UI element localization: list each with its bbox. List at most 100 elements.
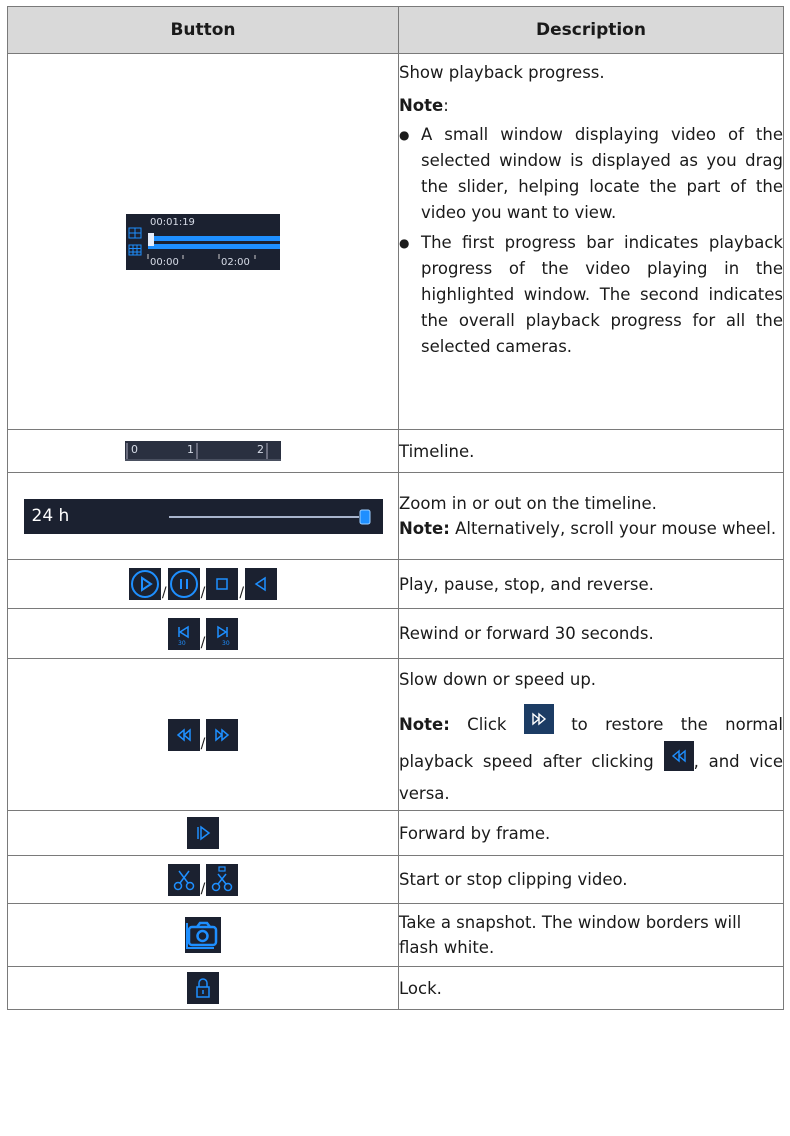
forward-30-button[interactable]: 30: [206, 617, 239, 650]
timeline-tick-0: 0: [131, 443, 138, 457]
note-text: Alternatively, scroll your mouse wheel.: [449, 519, 777, 538]
frame-forward-icon: [197, 825, 211, 841]
timeline-tick-2: 2: [257, 443, 264, 457]
button-cell: /: [7, 855, 399, 904]
play-button[interactable]: [128, 568, 161, 600]
description-cell: Start or stop clipping video.: [398, 855, 784, 904]
description-text: Start or stop clipping video.: [399, 870, 628, 889]
note-item: A small window displaying video of the s…: [399, 122, 783, 226]
description-text: Lock.: [399, 978, 442, 998]
note-text: Click: [449, 715, 524, 734]
note-list: A small window displaying video of the s…: [399, 122, 783, 360]
note-paragraph: Note: Click to restore the normal playba…: [399, 704, 783, 810]
button-cell: [7, 903, 399, 967]
scissors-stop-icon: [212, 865, 233, 891]
svg-text:30: 30: [222, 640, 230, 647]
grid-icon: [128, 227, 142, 255]
speed-up-button[interactable]: [206, 718, 239, 751]
button-cell: [7, 966, 399, 1010]
playback-progress-widget[interactable]: 00:01:19 00:00 02:00: [126, 213, 280, 270]
description-cell: Lock.: [398, 966, 784, 1010]
note-label: Note:: [399, 519, 450, 538]
slow-down-icon: [176, 727, 191, 742]
separator: /: [200, 634, 206, 651]
header-button: Button: [7, 6, 399, 54]
snapshot-button[interactable]: [185, 917, 221, 953]
table-row: 30 / 30 Rewind or forward 30 seconds.: [7, 608, 784, 659]
start-clip-button[interactable]: [167, 863, 200, 896]
lock-icon: [196, 978, 210, 998]
stop-button[interactable]: [206, 568, 239, 600]
reverse-button[interactable]: [245, 568, 278, 600]
reverse-icon: [254, 576, 266, 592]
camera-icon: [186, 921, 218, 949]
separator: /: [200, 880, 206, 897]
separator: /: [200, 585, 206, 601]
button-cell: 00:01:19 00:00 02:00: [7, 53, 399, 430]
description-cell: Show playback progress. Note: A small wi…: [398, 53, 784, 430]
button-cell: 30 / 30: [7, 608, 399, 659]
timeline-widget[interactable]: 0 1 2: [125, 441, 281, 462]
frame-forward-button[interactable]: [187, 817, 219, 849]
button-cell: /: [7, 658, 399, 811]
rewind-30-icon: 30: [178, 625, 189, 647]
description-text: Timeline.: [399, 441, 475, 461]
scissors-icon: [173, 870, 194, 890]
button-description-table: Button Description 00:01:19 00:00 02:00 …: [7, 6, 784, 1010]
description-cell: Forward by frame.: [398, 810, 784, 856]
description-cell: Rewind or forward 30 seconds.: [398, 608, 784, 659]
progress-tick-start: 00:00: [150, 256, 179, 268]
zoom-slider-graphic: [168, 509, 370, 524]
table-row: 00:01:19 00:00 02:00 Show playback progr…: [7, 53, 784, 430]
timeline-tick-1: 1: [187, 443, 194, 457]
note-paragraph: Note: Alternatively, scroll your mouse w…: [399, 516, 783, 541]
table-header-row: Button Description: [7, 6, 784, 54]
slow-down-button[interactable]: [167, 718, 200, 751]
separator: /: [161, 585, 167, 601]
forward-30-icon: 30: [217, 625, 230, 647]
button-cell: 24 h: [7, 472, 399, 560]
svg-text:30: 30: [178, 640, 186, 647]
description-text: Slow down or speed up.: [399, 670, 597, 689]
note-colon: :: [443, 96, 449, 115]
table-row: 0 1 2 Timeline.: [7, 429, 784, 473]
speed-up-icon: [523, 704, 554, 734]
zoom-slider-widget[interactable]: 24 h: [23, 498, 383, 534]
stop-clip-button[interactable]: [206, 863, 239, 896]
button-cell: 0 1 2: [7, 429, 399, 473]
lock-button[interactable]: [187, 972, 219, 1004]
play-icon: [130, 570, 159, 598]
description-cell: Slow down or speed up. Note: Click to re…: [398, 658, 784, 811]
description-text: Forward by frame.: [399, 823, 551, 843]
note-item: The first progress bar indicates playbac…: [399, 230, 783, 360]
description-cell: Timeline.: [398, 429, 784, 473]
table-row: / Slow down or speed up. Note: Click to …: [7, 658, 784, 811]
progress-tick-mid: 02:00: [221, 256, 250, 268]
table-row: Lock.: [7, 966, 784, 1010]
description-text: Rewind or forward 30 seconds.: [399, 624, 654, 643]
description-text: Zoom in or out on the timeline.: [399, 494, 657, 513]
description-cell: Zoom in or out on the timeline. Note: Al…: [398, 472, 784, 560]
header-description: Description: [398, 6, 784, 54]
slow-down-icon: [663, 741, 694, 771]
description-cell: Take a snapshot. The window borders will…: [398, 903, 784, 967]
speed-up-icon-graphic: [523, 704, 554, 734]
button-cell: [7, 810, 399, 856]
description-cell: Play, pause, stop, and reverse.: [398, 559, 784, 609]
separator: /: [239, 585, 245, 601]
table-row: 24 h Zoom in or out on the timeline. Not…: [7, 472, 784, 560]
slow-down-icon-graphic: [671, 749, 686, 763]
description-text: Play, pause, stop, and reverse.: [399, 574, 654, 594]
rewind-30-button[interactable]: 30: [167, 617, 200, 650]
description-text: Show playback progress.: [399, 63, 605, 82]
button-cell: / / /: [7, 559, 399, 609]
note-label: Note: [399, 96, 444, 115]
speed-up-icon: [215, 727, 230, 742]
pause-button[interactable]: [167, 568, 200, 600]
table-row: / / / Play, pause, stop, and reverse.: [7, 559, 784, 609]
note-label: Note:: [399, 715, 450, 734]
table-row: / Start or stop clipping video.: [7, 855, 784, 904]
separator: /: [200, 735, 206, 752]
pause-icon: [169, 570, 198, 598]
progress-current-time: 00:01:19: [150, 216, 195, 228]
